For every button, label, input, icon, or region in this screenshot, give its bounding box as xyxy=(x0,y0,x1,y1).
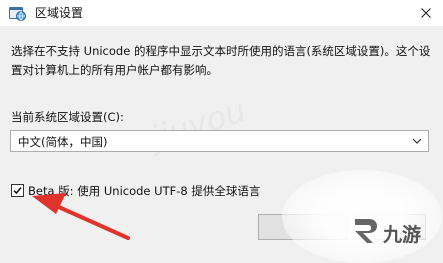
jiuyou-logo-text: 九游 xyxy=(383,224,422,246)
beta-utf8-label: Beta 版: 使用 Unicode UTF-8 提供全球语言 xyxy=(28,184,261,198)
locale-dropdown[interactable]: 中文(简体，中国) xyxy=(10,130,429,152)
locale-dropdown-value: 中文(简体，中国) xyxy=(18,135,108,149)
title-bar: 区域设置 xyxy=(0,0,443,26)
close-icon xyxy=(421,8,431,18)
region-settings-dialog: 区域设置 jiuyou 选择在不支持 Unicode 的程序中显示文本时所使用的… xyxy=(0,0,443,263)
window-title: 区域设置 xyxy=(35,6,84,20)
locale-label: 当前系统区域设置(C): xyxy=(11,110,124,124)
checkmark-icon xyxy=(13,187,22,195)
chevron-down-icon xyxy=(412,138,422,144)
close-button[interactable] xyxy=(409,0,443,26)
region-globe-icon xyxy=(9,7,26,21)
beta-utf8-checkbox[interactable] xyxy=(11,184,24,197)
jiuyou-logo-icon xyxy=(355,219,377,243)
description-text: 选择在不支持 Unicode 的程序中显示文本时所使用的语言(系统区域设置)。这… xyxy=(11,44,431,77)
